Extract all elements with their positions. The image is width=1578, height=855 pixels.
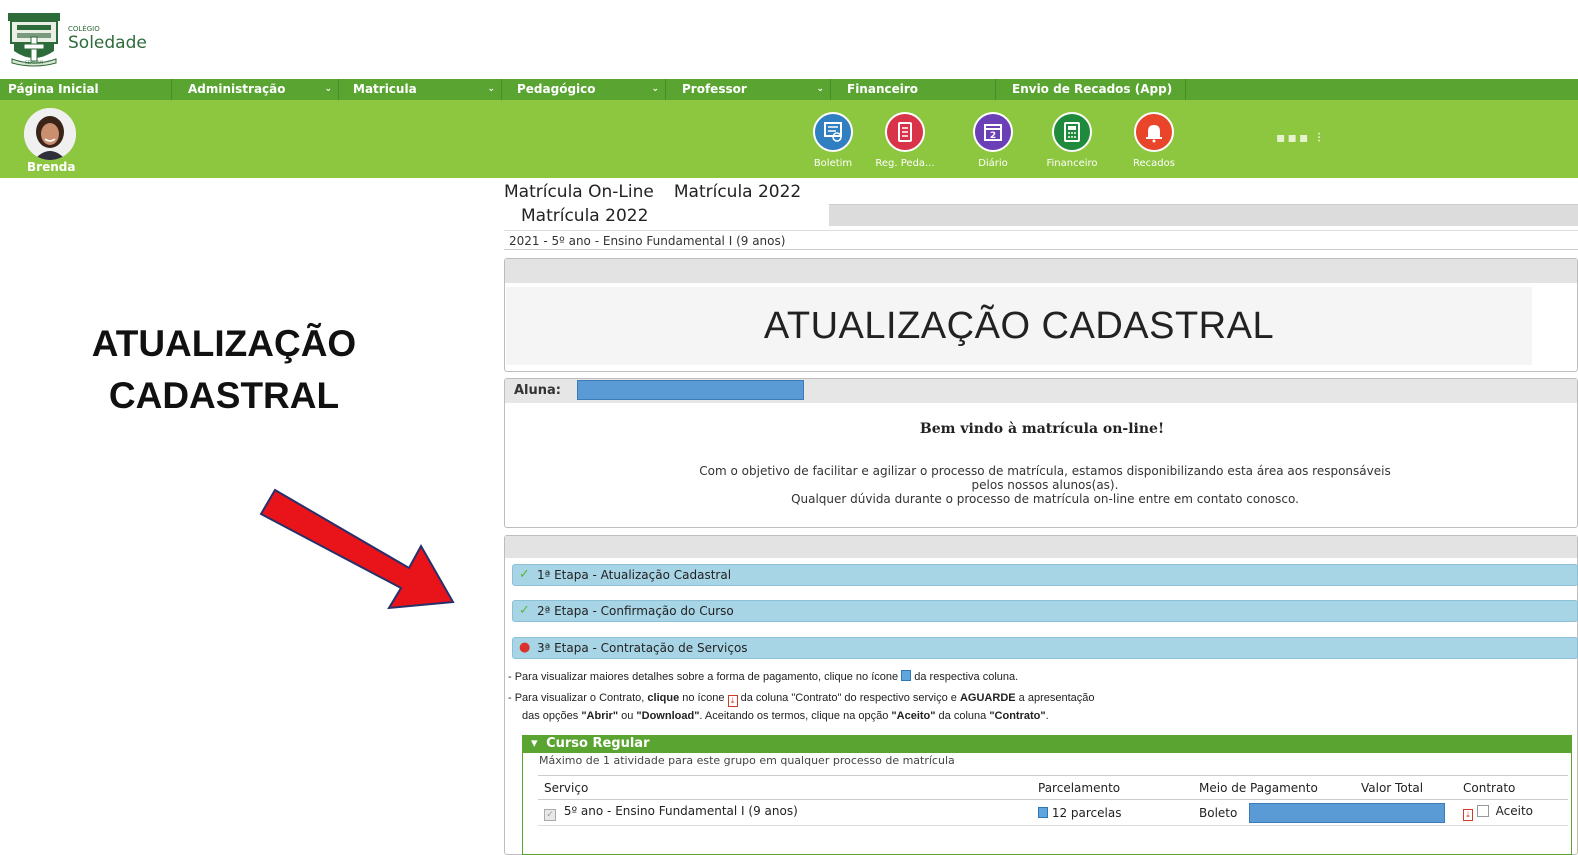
service-name: 5º ano - Ensino Fundamental I (9 anos) [563, 804, 798, 818]
svg-text:2: 2 [990, 131, 996, 141]
col-valor-total: Valor Total [1355, 775, 1457, 800]
table-row: ✓ 5º ano - Ensino Fundamental I (9 anos)… [538, 799, 1568, 826]
report-card-icon [813, 112, 853, 152]
avatar[interactable] [24, 108, 76, 160]
bell-icon [1134, 112, 1174, 152]
pdf-icon: ⤓ [727, 695, 738, 707]
instruction-3: das opções "Abrir" ou "Download". Aceita… [522, 710, 1049, 722]
calendar-icon: 2 [973, 112, 1013, 152]
step-3[interactable]: ● 3ª Etapa - Contratação de Serviços [512, 637, 1578, 659]
banner-box: ATUALIZAÇÃO CADASTRAL [504, 258, 1578, 372]
svg-text:SERVIAM: SERVIAM [25, 60, 43, 65]
school-logo[interactable]: SERVIAM COLÉGIO Soledade [6, 10, 166, 68]
welcome-text: Com o objetivo de facilitar e agilizar o… [699, 464, 1391, 506]
main-menu: Página Inicial Administração ⌄ Matricula ⌄… [0, 79, 1578, 100]
red-arrow-icon [259, 488, 455, 610]
services-table: Serviço Parcelamento Meio de Pagamento V… [538, 775, 1568, 826]
chevron-down-icon: ⌄ [651, 84, 659, 94]
payment-method: Boleto [1199, 805, 1238, 820]
quick-boletim[interactable]: Boletim [802, 112, 864, 169]
group-header[interactable]: ▾ Curso Regular [523, 735, 1571, 753]
installments-icon[interactable] [1038, 806, 1048, 818]
notebook-icon [885, 112, 925, 152]
contract-pdf-icon[interactable]: ⤓ [1463, 809, 1473, 821]
check-icon: ✓ [519, 567, 530, 582]
student-label: Aluna: [514, 383, 561, 398]
crest-icon: SERVIAM [6, 11, 62, 67]
course-line: 2021 - 5º ano - Ensino Fundamental I (9 … [504, 230, 1578, 250]
chevron-down-icon: ⌄ [816, 84, 824, 94]
col-meio-pagamento: Meio de Pagamento [1193, 775, 1355, 800]
welcome-title: Bem vindo à matrícula on-line! [919, 421, 1165, 437]
student-name-redacted [577, 380, 804, 400]
current-step-icon: ● [519, 640, 531, 655]
installments: 12 parcelas [1051, 805, 1122, 820]
service-checkbox[interactable]: ✓ [544, 809, 556, 821]
total-value-redacted [1249, 803, 1445, 823]
menu-matricula[interactable]: Matricula ⌄ [339, 79, 502, 100]
page-title: Matrícula On-Line Matrícula 2022 [504, 182, 802, 202]
quick-reg-pedagogico[interactable]: Reg. Peda... [874, 112, 936, 169]
service-group: ▾ Curso Regular Máximo de 1 atividade pa… [522, 735, 1572, 855]
accept-checkbox[interactable] [1476, 805, 1489, 817]
instruction-2: - Para visualizar o Contrato, clique no … [508, 692, 1095, 707]
welcome-box: Aluna: Bem vindo à matrícula on-line! Co… [504, 378, 1578, 528]
check-icon: ✓ [519, 603, 530, 618]
annotation-text: ATUALIZAÇÃO CADASTRAL [91, 323, 357, 416]
menu-administracao[interactable]: Administração ⌄ [172, 79, 339, 100]
apps-grid-icon[interactable]: ▪▪▪ ⁝ [1276, 130, 1323, 146]
enrollment-panel: Matrícula On-Line Matrícula 2022 Matrícul… [504, 180, 1578, 855]
user-name: Brenda [27, 160, 76, 174]
col-parcelamento: Parcelamento [1032, 775, 1193, 800]
chevron-down-icon: ⌄ [324, 84, 332, 94]
accept-label: Aceito [1495, 804, 1534, 818]
top-header: SERVIAM COLÉGIO Soledade [0, 0, 1578, 78]
tab-matricula-2022[interactable]: Matrícula 2022 [504, 204, 829, 228]
calculator-icon [1052, 112, 1092, 152]
menu-financeiro[interactable]: Financeiro [831, 79, 996, 100]
menu-envio-recados[interactable]: Envio de Recados (App) [996, 79, 1186, 100]
step-2[interactable]: ✓ 2ª Etapa - Confirmação do Curso [512, 600, 1578, 622]
step-1[interactable]: ✓ 1ª Etapa - Atualização Cadastral [512, 564, 1578, 586]
group-note: Máximo de 1 atividade para este grupo em… [539, 754, 955, 767]
chevron-down-icon: ⌄ [487, 84, 495, 94]
menu-pagina-inicial[interactable]: Página Inicial [0, 79, 172, 100]
col-servico: Serviço [538, 775, 1032, 800]
payment-details-icon [901, 670, 912, 681]
col-contrato: Contrato [1457, 775, 1568, 800]
banner-title: ATUALIZAÇÃO CADASTRAL [506, 287, 1532, 365]
menu-professor[interactable]: Professor ⌄ [666, 79, 831, 100]
quick-diario[interactable]: 2 Diário [962, 112, 1024, 169]
collapse-icon: ▾ [531, 736, 538, 751]
quick-financeiro[interactable]: Financeiro [1041, 112, 1103, 169]
logo-subtitle: COLÉGIO [68, 25, 100, 33]
instruction-1: - Para visualizar maiores detalhes sobre… [508, 670, 1019, 683]
logo-name: Soledade [68, 33, 147, 53]
quick-access-bar [0, 100, 1578, 178]
quick-recados[interactable]: Recados [1123, 112, 1185, 169]
menu-pedagogico[interactable]: Pedagógico ⌄ [502, 79, 666, 100]
